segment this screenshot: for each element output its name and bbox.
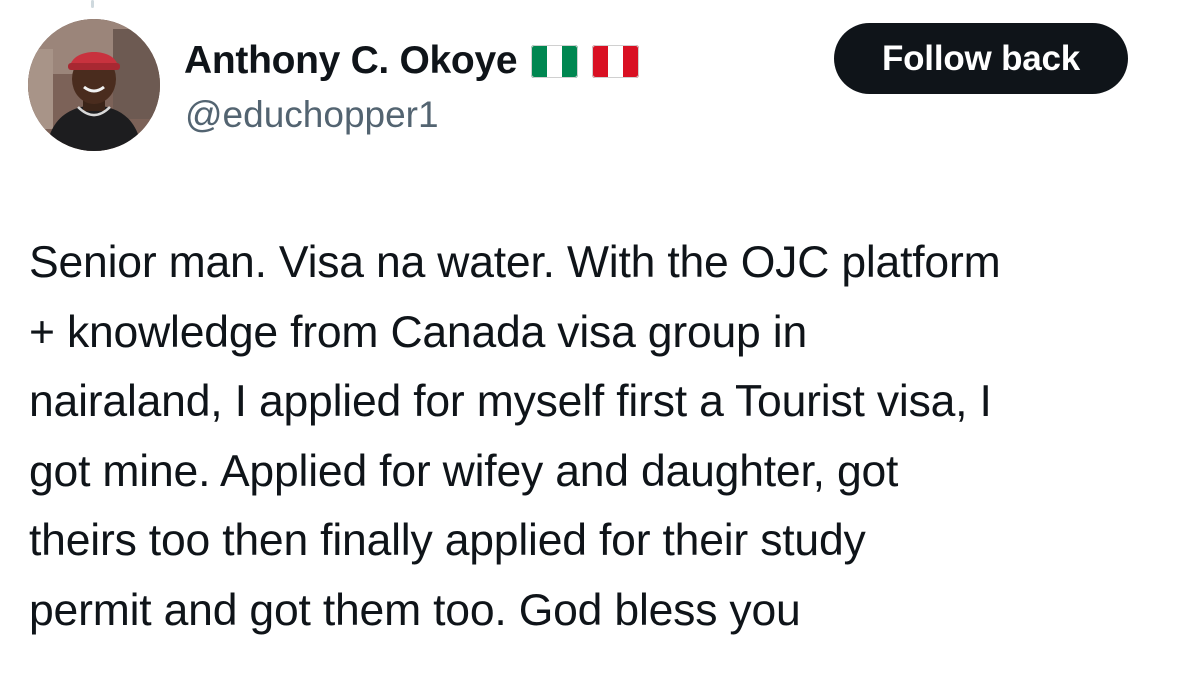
thread-connector-line (91, 0, 94, 8)
peru-flag-icon (592, 44, 640, 78)
tweet-text: Senior man. Visa na water. With the OJC … (29, 238, 1001, 635)
display-name[interactable]: Anthony C. Okoye (184, 36, 518, 86)
user-handle[interactable]: @educhopper1 (185, 92, 439, 138)
nigeria-flag-icon (531, 44, 579, 78)
avatar[interactable] (28, 19, 160, 151)
follow-back-button[interactable]: Follow back (834, 23, 1128, 94)
profile-photo-icon (28, 19, 160, 151)
author-name-row: Anthony C. Okoye (184, 36, 640, 86)
